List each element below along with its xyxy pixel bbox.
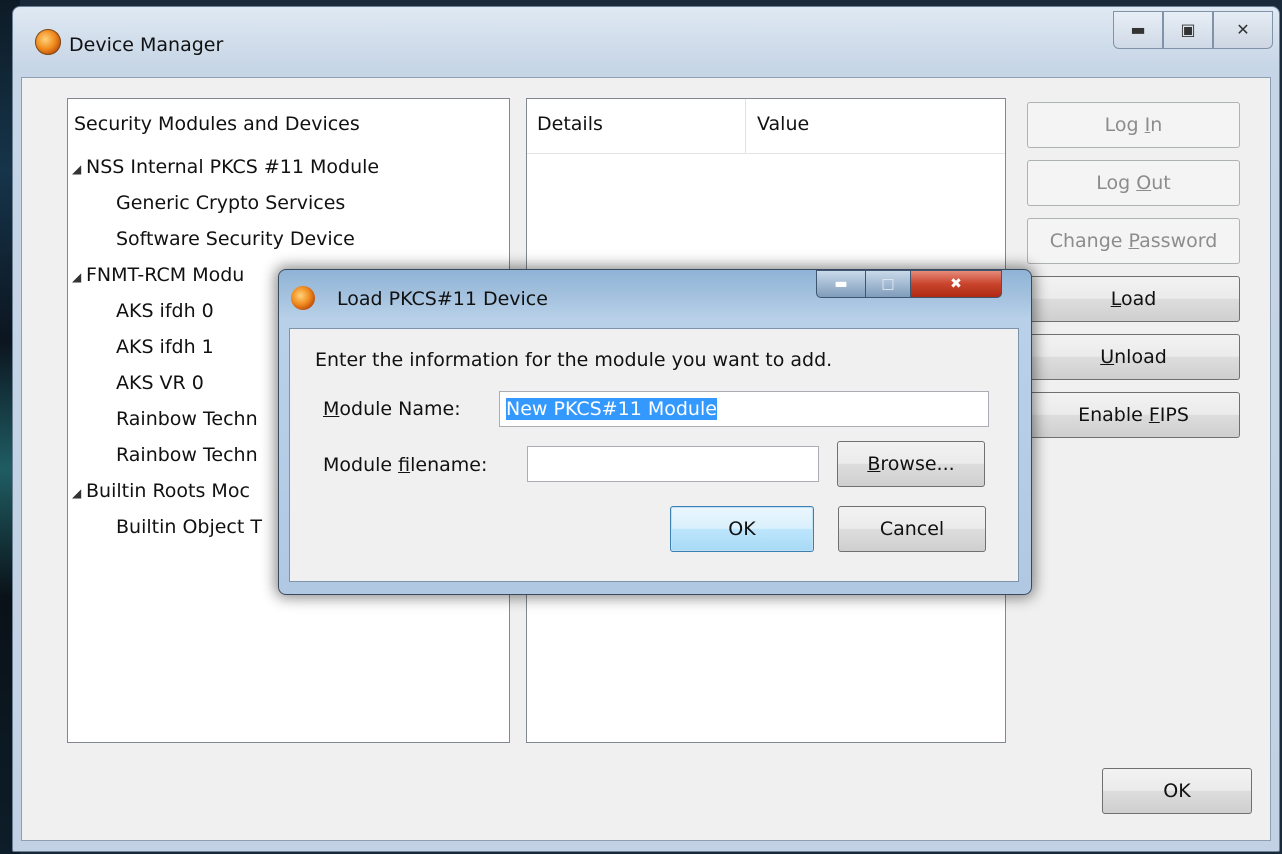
browse-button[interactable]: Browse... [837,441,985,487]
dialog-maximize-button[interactable]: □ [865,270,911,298]
change-password-access-key: P [1128,230,1140,252]
tree-row-label: AKS VR 0 [116,372,204,394]
close-button[interactable]: ✕ [1213,11,1273,49]
dialog-title: Load PKCS#11 Device [337,288,548,310]
enable-fips-label-pre: Enable [1078,404,1149,426]
expanded-triangle-icon[interactable]: ◢ [72,151,86,187]
expanded-triangle-icon[interactable]: ◢ [72,475,86,511]
module-filename-label: Module filename: [323,454,487,476]
dialog-minimize-button[interactable]: ▬ [816,270,866,298]
enable-fips-access-key: F [1148,404,1160,426]
unload-button[interactable]: Unload [1027,334,1240,380]
load-button[interactable]: Load [1027,276,1240,322]
dialog-cancel-button[interactable]: Cancel [838,506,986,552]
log-out-button[interactable]: Log Out [1027,160,1240,206]
browse-label: rowse... [880,453,955,475]
browse-access-key: B [867,453,881,475]
firefox-icon [35,29,61,55]
value-column-header[interactable]: Value [757,113,809,135]
load-label: oad [1120,288,1157,310]
dialog-close-button[interactable]: ✖ [910,270,1002,298]
tree-row-label: Rainbow Techn [116,408,258,430]
module-name-label-text: odule Name: [339,398,461,420]
enable-fips-button[interactable]: Enable FIPS [1027,392,1240,438]
close-icon: ✕ [1236,20,1250,39]
tree-row-label: AKS ifdh 1 [116,336,214,358]
tree-row-label: Rainbow Techn [116,444,258,466]
tree-row-label: Builtin Roots Moc [86,480,250,502]
unload-label: nload [1114,346,1167,368]
titlebar: Device Manager ▬ ▣ ✕ [13,7,1279,77]
log-out-access-key: O [1136,172,1152,194]
unload-access-key: U [1100,346,1115,368]
log-out-label-pre: Log [1096,172,1137,194]
tree-row[interactable]: ◢ NSS Internal PKCS #11 Module [68,149,509,185]
dialog-instructions: Enter the information for the module you… [315,349,833,371]
module-filename-label-pre: Module [323,454,399,476]
tree-row-label: Generic Crypto Services [116,192,346,214]
maximize-button[interactable]: ▣ [1163,11,1213,49]
close-icon: ✖ [950,276,962,292]
module-name-value: New PKCS#11 Module [506,398,717,420]
tree-row-label: Builtin Object T [116,516,262,538]
details-header: Details Value [527,99,1005,154]
maximize-icon: □ [881,276,895,292]
log-out-label-post: ut [1151,172,1171,194]
tree-row-label: AKS ifdh 0 [116,300,214,322]
load-access-key: L [1110,288,1121,310]
tree-row-label: FNMT-RCM Modu [86,264,245,286]
details-column-header[interactable]: Details [537,113,603,135]
tree-row[interactable]: Software Security Device [68,221,509,257]
module-filename-access-key: f [398,454,411,476]
window-title: Device Manager [69,34,224,56]
tree-row-label: Software Security Device [116,228,355,250]
module-name-label: Module Name: [323,398,461,420]
load-device-dialog: Load PKCS#11 Device ▬ □ ✖ Enter the info… [278,269,1032,595]
tree-column-header[interactable]: Security Modules and Devices [68,99,509,149]
minimize-icon: ▬ [834,276,848,292]
tree-row[interactable]: Generic Crypto Services [68,185,509,221]
change-password-label-post: assword [1139,230,1218,252]
maximize-icon: ▣ [1180,20,1196,39]
minimize-button[interactable]: ▬ [1113,11,1163,49]
module-filename-label-post: ilename: [410,454,488,476]
firefox-icon [291,286,315,310]
log-in-label-post: n [1150,114,1163,136]
log-in-label-pre: Log [1104,114,1145,136]
expanded-triangle-icon[interactable]: ◢ [72,259,86,295]
column-separator[interactable] [745,99,746,153]
ok-button[interactable]: OK [1102,768,1252,814]
enable-fips-label-post: IPS [1159,404,1189,426]
change-password-button[interactable]: Change Password [1027,218,1240,264]
module-name-input[interactable]: New PKCS#11 Module [499,391,989,427]
dialog-ok-button[interactable]: OK [670,506,814,552]
log-in-button[interactable]: Log In [1027,102,1240,148]
module-name-access-key: M [323,398,340,420]
change-password-label-pre: Change [1049,230,1129,252]
tree-row-label: NSS Internal PKCS #11 Module [86,156,380,178]
module-filename-input[interactable] [527,446,819,482]
dialog-body: Enter the information for the module you… [289,328,1019,582]
minimize-icon: ▬ [1130,20,1146,39]
